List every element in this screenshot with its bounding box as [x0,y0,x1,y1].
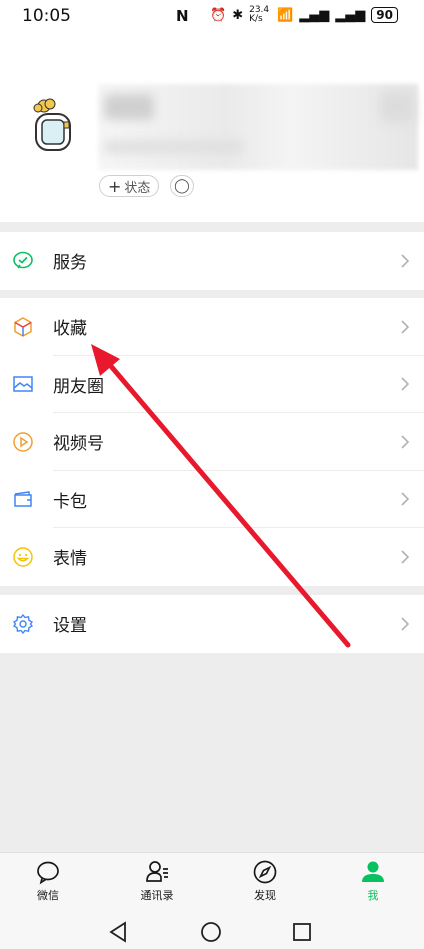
net-speed: 23.4 K/s [249,5,270,24]
blurred-qr-icon [380,92,414,122]
tab-label: 微信 [37,889,59,902]
home-circle-icon[interactable] [200,921,222,943]
tab-discover[interactable]: 发现 [235,859,295,903]
add-status-button[interactable]: + 状态 [99,175,160,197]
tab-chats[interactable]: 微信 [18,859,78,903]
tab-label: 发现 [254,889,276,902]
menu-label: 表情 [53,549,87,570]
chevron-right-icon [401,550,410,564]
chat-bubble-icon [37,861,59,885]
status-icons: ⏰ ✱ 23.4 K/s 📶 ▂▄▆ ▂▄▆ 90 [210,6,398,24]
menu-item-favorites[interactable]: 收藏 [0,298,424,356]
chevron-right-icon [401,617,410,631]
profile-card[interactable]: + 状态 ◯ [0,34,424,222]
menu-label: 设置 [53,616,87,637]
contacts-icon [146,861,168,882]
channels-play-icon [13,432,33,452]
menu-group-settings: 设置 [0,595,424,653]
favorites-cube-icon [14,316,32,337]
tab-label: 通讯录 [140,889,174,902]
chevron-right-icon [401,492,410,506]
status-bar: 10:05 N ⏰ ✱ 23.4 K/s 📶 ▂▄▆ ▂▄▆ 90 [0,0,424,34]
menu-item-channels[interactable]: 视频号 [0,413,424,471]
alarm-icon: ⏰ [210,7,227,23]
recents-square-icon[interactable] [292,922,312,942]
menu-label: 服务 [53,253,87,274]
status-button-label: 状态 [124,180,151,196]
menu-item-settings[interactable]: 设置 [0,595,424,653]
chevron-right-icon [401,254,410,268]
menu-label: 朋友圈 [53,376,104,397]
chevron-right-icon [401,435,410,449]
refresh-icon: ◯ [174,178,190,194]
menu-item-moments[interactable]: 朋友圈 [0,356,424,413]
tab-label: 我 [367,889,379,902]
wechat-pay-icon [13,251,33,269]
avatar[interactable] [28,96,78,156]
wifi-icon: 📶 [277,7,294,23]
signal-icon: ▂▄▆ [299,7,330,23]
signal-icon-2: ▂▄▆ [335,7,366,23]
menu-group-main: 收藏 朋友圈 视频号 卡包 表情 [0,298,424,586]
menu-item-services[interactable]: 服务 [0,232,424,290]
menu-label: 视频号 [53,434,104,455]
chevron-right-icon [401,377,410,391]
moments-picture-icon [13,376,33,392]
menu-label: 卡包 [53,491,87,512]
nfc-icon: N [176,7,189,25]
tab-me[interactable]: 我 [343,859,403,903]
emoji-smile-icon [13,547,33,567]
chevron-right-icon [401,320,410,334]
card-wallet-icon [14,491,32,507]
compass-icon [253,860,277,884]
bottom-tab-bar: 微信 通讯录 发现 我 [0,852,424,909]
blurred-wechat-id [104,140,244,154]
blurred-nickname [104,94,154,120]
bluetooth-icon: ✱ [232,7,244,23]
person-icon [362,861,384,882]
settings-gear-icon [12,613,34,634]
menu-item-card-wallet[interactable]: 卡包 [0,471,424,528]
tab-contacts[interactable]: 通讯录 [127,859,187,903]
back-triangle-icon[interactable] [108,921,128,943]
menu-item-stickers[interactable]: 表情 [0,528,424,586]
battery-indicator: 90 [371,7,398,23]
status-history-button[interactable]: ◯ [170,175,194,197]
plus-icon: + [108,176,122,196]
menu-group-services: 服务 [0,232,424,290]
status-time: 10:05 [22,6,71,26]
menu-label: 收藏 [53,319,87,340]
system-navigation-bar [0,909,424,949]
